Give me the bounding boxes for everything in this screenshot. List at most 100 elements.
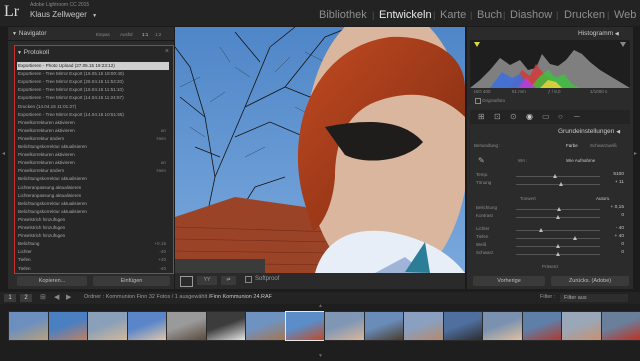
history-item[interactable]: Lichteranpassung aktualisieren	[17, 184, 169, 192]
softproof-label[interactable]: Softproof	[255, 276, 279, 282]
slider-knob[interactable]	[572, 236, 577, 240]
slider-value[interactable]: 5100	[613, 172, 624, 177]
history-item[interactable]: Exportieren - Photo Upload (27.05.15 19:…	[17, 62, 169, 71]
highlights-slider[interactable]: Lichter - 40	[476, 226, 626, 234]
history-item[interactable]: Belichtungskorrektur aktualisieren	[17, 208, 169, 216]
history-item[interactable]: Exportieren - Tree Mirror Export (16.05.…	[17, 70, 169, 78]
basic-header[interactable]: Grundeinstellungen ◀	[558, 128, 620, 135]
slider-value[interactable]: 0	[621, 213, 624, 218]
history-item[interactable]: Pinselstrich hinzufügen	[17, 224, 169, 232]
filmstrip-thumbnail[interactable]	[205, 311, 247, 341]
filmstrip-thumbnail[interactable]	[442, 311, 484, 341]
history-title[interactable]: Protokoll	[24, 49, 49, 56]
slider-knob[interactable]	[556, 252, 560, 256]
adjustment-brush-icon[interactable]: ─	[574, 112, 580, 121]
history-item[interactable]: Exportieren - Tree Mirror Export (16.04.…	[17, 86, 169, 94]
original-photo-label[interactable]: Originalfoto	[482, 98, 505, 103]
history-item[interactable]: Pinselkorrektur ändern Nein	[17, 167, 169, 175]
filmstrip-thumbnail[interactable]	[47, 311, 89, 341]
slider-track[interactable]	[516, 230, 600, 231]
grid-overlay-icon[interactable]: ⊞	[478, 112, 485, 121]
zoom-fill[interactable]: Ausfül	[120, 32, 133, 37]
history-item[interactable]: Pinselkorrekturen aktivieren an	[17, 127, 169, 135]
shadows-slider[interactable]: Tiefen + 40	[476, 234, 626, 242]
filmstrip-toggle-icon[interactable]: ▲	[318, 303, 323, 309]
history-item[interactable]: Belichtungskorrektur aktualisieren	[17, 175, 169, 183]
module-bibliothek[interactable]: Bibliothek	[319, 9, 367, 21]
highlight-clipping-icon[interactable]	[620, 42, 626, 47]
eyedropper-icon[interactable]: ✎	[478, 156, 485, 165]
history-item[interactable]: Pinselkorrekturen aktivieren	[17, 119, 169, 127]
history-item[interactable]: Tiefen -40	[17, 265, 169, 273]
filmstrip-thumbnail[interactable]	[600, 311, 640, 341]
paste-button[interactable]: Einfügen	[93, 276, 170, 286]
history-item[interactable]: Belichtungskorrektur aktualisieren	[17, 200, 169, 208]
loupe-view-icon[interactable]	[180, 276, 193, 287]
history-item[interactable]: Exportieren - Tree Mirror Export (14.04.…	[17, 111, 169, 119]
exposure-slider[interactable]: Belichtung + 0,15	[476, 205, 626, 213]
history-item[interactable]: Pinselkorrekturen aktivieren	[17, 151, 169, 159]
tint-slider[interactable]: Tönung + 11	[476, 180, 626, 188]
history-item[interactable]: Lichteranpassung aktualisieren	[17, 192, 169, 200]
history-item[interactable]: Belichtung +0.15	[17, 240, 169, 248]
slider-track[interactable]	[516, 176, 600, 177]
filmstrip-toggle-icon[interactable]: ▼	[318, 353, 323, 359]
disclosure-triangle-icon[interactable]: ◀	[615, 31, 619, 37]
user-name[interactable]: Klaus Zellweger ▼	[30, 10, 97, 19]
color-option[interactable]: Farbe	[566, 143, 578, 148]
zoom-1-1[interactable]: 1:1	[142, 32, 148, 37]
auto-tone-button[interactable]: Autom.	[596, 196, 610, 201]
reset-button[interactable]: Zurücks. (Adobe)	[551, 276, 629, 286]
forward-arrow-icon[interactable]: ▶	[66, 293, 71, 301]
history-item[interactable]: Lichter -40	[17, 248, 169, 256]
slider-knob[interactable]	[556, 215, 560, 219]
filmstrip-thumbnail[interactable]	[126, 311, 168, 341]
before-after-icon[interactable]: YY	[197, 276, 217, 285]
history-item[interactable]: Tiefen +40	[17, 256, 169, 264]
blacks-slider[interactable]: Schwarz 0	[476, 250, 626, 258]
shadow-clipping-icon[interactable]	[474, 42, 480, 47]
basic-title[interactable]: Grundeinstellungen	[558, 128, 614, 135]
history-item[interactable]: Drucken (14.04.15 11:01:27)	[17, 103, 169, 111]
temp-slider[interactable]: Temp. 5100	[476, 172, 626, 180]
previous-button[interactable]: Vorherige	[473, 276, 545, 286]
history-item[interactable]: Exportieren - Tree Mirror Export (26.04.…	[17, 78, 169, 86]
module-buch[interactable]: Buch	[477, 9, 502, 21]
bw-option[interactable]: Schwarzweiß	[590, 143, 617, 148]
slider-track[interactable]	[516, 238, 600, 239]
slider-knob[interactable]	[553, 174, 558, 178]
disclosure-triangle-icon[interactable]: ▼	[17, 50, 22, 56]
module-web[interactable]: Web	[614, 9, 636, 21]
whites-slider[interactable]: Weiß 0	[476, 242, 626, 250]
original-photo-checkbox[interactable]	[475, 98, 481, 104]
wb-select[interactable]: Wie Aufnahme	[566, 158, 595, 163]
filmstrip-thumbnail[interactable]	[87, 311, 128, 341]
spot-removal-icon[interactable]: ⊙	[510, 112, 517, 121]
filmstrip-thumbnail[interactable]	[403, 311, 444, 341]
slider-value[interactable]: - 40	[616, 226, 624, 231]
histogram-graph[interactable]	[470, 40, 630, 88]
graduated-filter-icon[interactable]: ▭	[542, 112, 550, 121]
navigator-header[interactable]: ▼ Navigator	[12, 30, 47, 37]
disclosure-triangle-icon[interactable]: ▼	[12, 31, 17, 37]
copy-button[interactable]: Kopieren...	[17, 276, 87, 286]
module-karte[interactable]: Karte	[440, 9, 466, 21]
user-name-text[interactable]: Klaus Zellweger	[30, 10, 87, 19]
module-drucken[interactable]: Drucken	[564, 9, 605, 21]
history-item[interactable]: Pinselstrich hinzufügen	[17, 232, 169, 240]
filmstrip-thumbnail[interactable]	[8, 311, 49, 341]
filmstrip-thumbnail[interactable]	[245, 311, 286, 341]
filmstrip-thumbnail[interactable]	[561, 311, 602, 341]
clear-history-icon[interactable]: ×	[165, 48, 169, 55]
slider-value[interactable]: 0	[621, 242, 624, 247]
zoom-1-2[interactable]: 1:2	[155, 32, 161, 37]
module-diashow[interactable]: Diashow	[510, 9, 552, 21]
filmstrip-thumbnail[interactable]	[363, 311, 405, 341]
history-item[interactable]: Pinselkorrekturen aktivieren an	[17, 159, 169, 167]
collapse-left-icon[interactable]: ◂	[2, 150, 6, 158]
radial-filter-icon[interactable]: ○	[558, 112, 563, 121]
slider-knob[interactable]	[556, 207, 561, 211]
history-item[interactable]: Exportieren - Tree Mirror Export (14.04.…	[17, 94, 169, 102]
filmstrip-thumbnail[interactable]	[284, 311, 326, 341]
main-photo[interactable]	[175, 27, 465, 273]
